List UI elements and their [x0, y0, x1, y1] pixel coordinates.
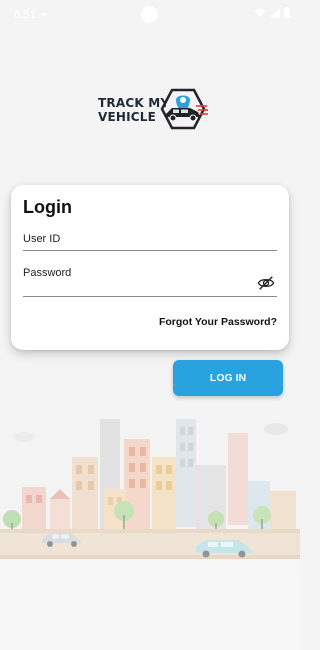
- userid-label: User ID: [23, 233, 61, 245]
- wifi-icon: [254, 8, 266, 17]
- logo-line-2: VEHICLE: [98, 110, 157, 124]
- login-title: Login: [23, 197, 72, 217]
- camera-cutout: [141, 6, 158, 23]
- forgot-password-link[interactable]: Forgot Your Password?: [159, 316, 277, 328]
- login-button[interactable]: LOG IN: [173, 360, 283, 396]
- bottom-area: [0, 577, 300, 650]
- app-logo: TRACK MY VEHICLE: [98, 88, 208, 132]
- password-label: Password: [23, 267, 72, 279]
- logo-line-1: TRACK MY: [98, 96, 170, 110]
- userid-field[interactable]: User ID: [23, 233, 277, 251]
- notification-dot-icon: ●: [41, 9, 47, 19]
- login-card: Login User ID Password Forgot Your Passw…: [11, 185, 289, 350]
- password-field[interactable]: Password: [23, 267, 277, 297]
- city-illustration: [0, 405, 300, 577]
- password-underline: [23, 296, 277, 297]
- battery-icon: [284, 7, 290, 18]
- logo-text: TRACK MY VEHICLE: [98, 96, 169, 124]
- status-time: 6:51: [14, 9, 37, 21]
- status-bar: 6:51 ●: [0, 0, 300, 28]
- signal-icon: [270, 7, 280, 18]
- status-icons: [254, 7, 290, 18]
- userid-underline: [23, 250, 277, 251]
- vehicle-location-icon: [160, 88, 208, 130]
- eye-off-icon[interactable]: [257, 274, 275, 292]
